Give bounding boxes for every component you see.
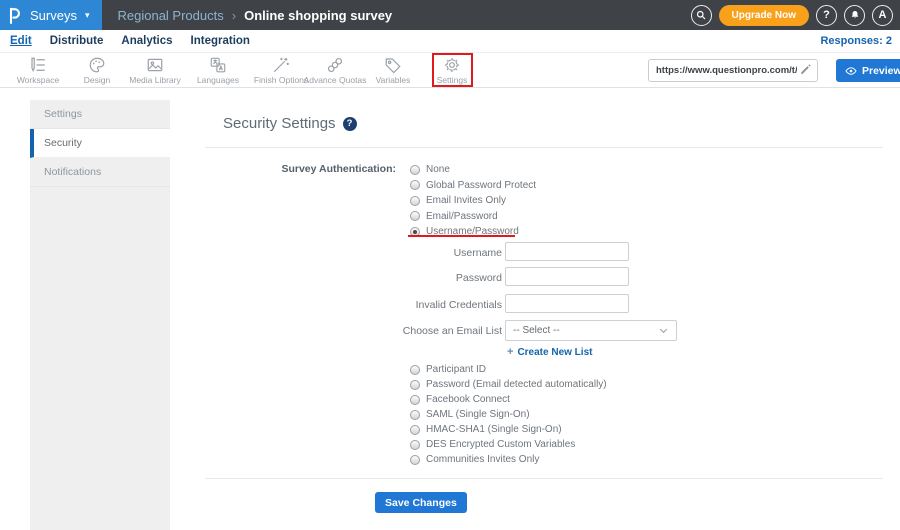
radio-button-selected[interactable]: [410, 226, 420, 237]
radio-button[interactable]: [410, 195, 420, 206]
security-settings-panel: Security Settings ? Survey Authenticatio…: [170, 88, 900, 530]
create-new-list-link[interactable]: + Create New List: [507, 346, 592, 358]
radio-username-password-selected[interactable]: Username/Password: [410, 224, 536, 240]
eye-icon: [845, 66, 857, 75]
radio-hmac-sha1[interactable]: HMAC-SHA1 (Single Sign-On): [410, 422, 607, 437]
invalid-credentials-input[interactable]: [505, 294, 629, 313]
sidebar-item-notifications[interactable]: Notifications: [30, 158, 170, 187]
username-input[interactable]: [505, 242, 629, 261]
radio-participant-id[interactable]: Participant ID: [410, 362, 607, 377]
auth-options-bottom: Participant ID Password (Email detected …: [410, 362, 607, 467]
finish-options-wand-icon: [273, 57, 289, 73]
top-bar: Surveys ▾ Regional Products › Online sho…: [0, 0, 900, 30]
tab-analytics[interactable]: Analytics: [121, 35, 172, 47]
radio-button[interactable]: [410, 364, 420, 375]
password-input[interactable]: [505, 267, 629, 286]
advance-quotas-links-icon: [327, 57, 343, 73]
chevron-down-icon: ▾: [84, 9, 90, 20]
invalid-credentials-label: Invalid Credentials: [415, 299, 502, 311]
radio-email-invites-only[interactable]: Email Invites Only: [410, 193, 536, 209]
edit-toolbar: Workspace Design Media Library Languages…: [0, 52, 900, 88]
design-palette-icon: [89, 57, 105, 73]
radio-button[interactable]: [410, 454, 420, 465]
survey-authentication-label: Survey Authentication:: [281, 163, 396, 175]
radio-button[interactable]: [410, 164, 420, 175]
email-list-select[interactable]: -- Select --: [505, 320, 677, 341]
topbar-actions: Upgrade Now ? A: [690, 4, 900, 26]
radio-facebook-connect[interactable]: Facebook Connect: [410, 392, 607, 407]
chevron-down-icon: [659, 328, 668, 334]
divider: [205, 147, 883, 148]
radio-global-password-protect[interactable]: Global Password Protect: [410, 178, 536, 194]
password-label: Password: [455, 272, 502, 284]
radio-password-email-detected[interactable]: Password (Email detected automatically): [410, 377, 607, 392]
divider: [205, 478, 883, 479]
survey-nav: Edit Distribute Analytics Integration Re…: [0, 30, 900, 52]
content-area: Settings Security Notifications Security…: [0, 88, 900, 530]
toolbar-item-settings[interactable]: Settings: [410, 55, 494, 85]
tab-integration[interactable]: Integration: [191, 35, 250, 47]
radio-communities-invites[interactable]: Communities Invites Only: [410, 452, 607, 467]
settings-sidebar: Settings Security Notifications: [30, 100, 170, 530]
email-list-label: Choose an Email List: [402, 325, 502, 337]
radio-button[interactable]: [410, 439, 420, 450]
plus-icon: +: [507, 346, 514, 358]
tab-distribute[interactable]: Distribute: [50, 35, 104, 47]
tab-edit[interactable]: Edit: [10, 35, 32, 47]
auth-options-top: None Global Password Protect Email Invit…: [410, 162, 536, 240]
media-library-icon: [147, 58, 163, 72]
survey-url-input[interactable]: [648, 59, 818, 82]
surveys-menu[interactable]: Surveys ▾: [0, 0, 102, 30]
radio-button[interactable]: [410, 379, 420, 390]
search-icon: [696, 10, 706, 20]
breadcrumb-folder[interactable]: Regional Products: [118, 8, 224, 23]
upgrade-now-button[interactable]: Upgrade Now: [718, 4, 809, 26]
settings-gear-icon: [444, 57, 460, 73]
workspace-icon: [31, 57, 45, 73]
radio-none[interactable]: None: [410, 162, 536, 178]
breadcrumb: Regional Products › Online shopping surv…: [118, 8, 393, 23]
username-label: Username: [453, 247, 502, 259]
sidebar-item-security[interactable]: Security: [30, 129, 170, 158]
radio-email-password[interactable]: Email/Password: [410, 209, 536, 225]
search-button[interactable]: [690, 4, 712, 26]
save-changes-button[interactable]: Save Changes: [375, 492, 467, 513]
account-avatar[interactable]: A: [872, 4, 893, 26]
breadcrumb-separator: ›: [231, 7, 237, 23]
help-question-icon[interactable]: ?: [342, 116, 357, 131]
responses-count[interactable]: Responses: 2: [820, 35, 892, 47]
breadcrumb-survey-name: Online shopping survey: [244, 7, 393, 23]
variables-tag-icon: [385, 58, 401, 74]
bell-icon: [851, 11, 858, 19]
languages-icon: [210, 57, 226, 73]
radio-button[interactable]: [410, 424, 420, 435]
radio-button[interactable]: [410, 394, 420, 405]
questionpro-logo-icon: [9, 7, 20, 24]
page-title: Security Settings ?: [223, 115, 357, 132]
notifications-button[interactable]: [844, 4, 865, 26]
sidebar-item-settings[interactable]: Settings: [30, 100, 170, 129]
radio-saml-sso[interactable]: SAML (Single Sign-On): [410, 407, 607, 422]
preview-button[interactable]: Preview: [836, 59, 900, 82]
radio-button[interactable]: [410, 211, 420, 222]
radio-des-encrypted[interactable]: DES Encrypted Custom Variables: [410, 437, 607, 452]
surveys-menu-label: Surveys: [30, 7, 77, 23]
edit-url-pencil-icon[interactable]: [799, 63, 812, 76]
radio-button[interactable]: [410, 409, 420, 420]
help-button[interactable]: ?: [816, 4, 837, 26]
radio-button[interactable]: [410, 180, 420, 191]
